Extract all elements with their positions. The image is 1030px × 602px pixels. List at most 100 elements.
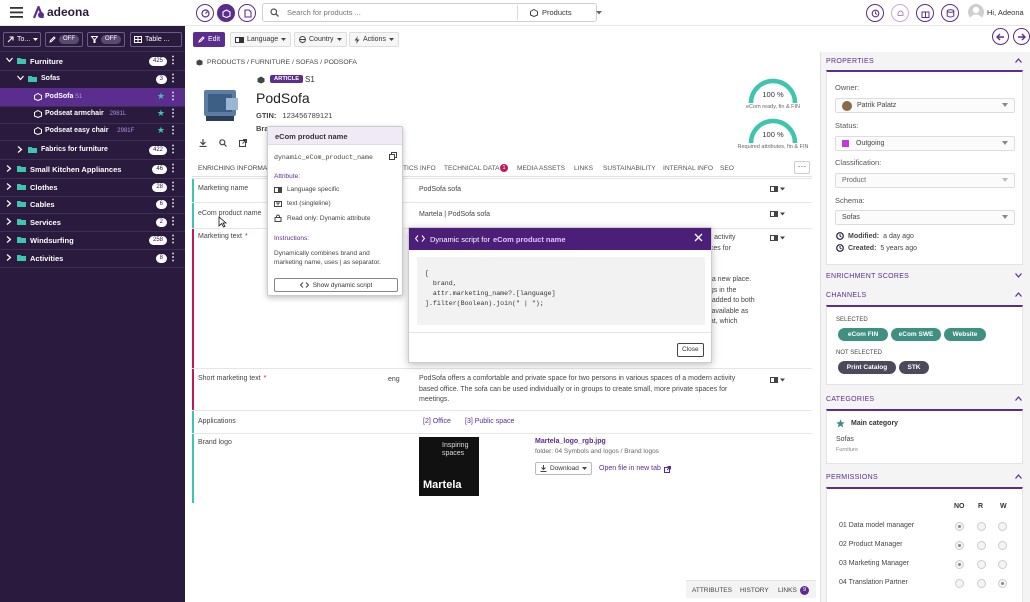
status-select[interactable]: Outgoing xyxy=(835,136,1015,151)
tree-category-item[interactable]: Windsurfing 258 ⋮ xyxy=(0,231,185,249)
application-tag[interactable]: [3] Public space xyxy=(465,417,514,428)
star-icon[interactable]: ★ xyxy=(157,108,165,119)
more-options-icon[interactable]: ⋮ xyxy=(168,109,178,119)
language-flag-icon[interactable] xyxy=(770,211,785,217)
tree-category-item[interactable]: Small Kitchen Appliances 46 ⋮ xyxy=(0,160,185,178)
country-button[interactable]: Country xyxy=(294,32,347,47)
permission-radio[interactable] xyxy=(955,560,964,569)
permission-radio[interactable] xyxy=(998,522,1007,531)
permission-radio[interactable] xyxy=(977,522,986,531)
permission-radio[interactable] xyxy=(955,579,964,588)
brand-logo-image[interactable]: Inspiring spaces Martela xyxy=(419,437,479,496)
more-options-icon[interactable]: ⋮ xyxy=(168,92,178,102)
channel-chip-selected[interactable]: eCom FIN xyxy=(838,328,888,341)
dashboard-icon[interactable] xyxy=(196,4,214,22)
chevron-right-icon[interactable] xyxy=(6,165,12,172)
download-dropdown-button[interactable]: Download xyxy=(535,462,592,475)
more-options-icon[interactable]: ⋮ xyxy=(168,199,178,209)
channel-chip-selected[interactable]: eCom SWE xyxy=(891,328,941,341)
tab-links-bottom[interactable]: LINKS xyxy=(778,587,797,594)
language-button[interactable]: Language xyxy=(230,32,292,47)
permission-radio[interactable] xyxy=(998,560,1007,569)
chevron-up-icon[interactable] xyxy=(1015,474,1022,479)
schema-select[interactable]: Sofas xyxy=(835,210,1015,225)
chevron-down-icon[interactable] xyxy=(17,75,24,81)
tree-category-item[interactable]: Services 2 ⋮ xyxy=(0,213,185,231)
user-greeting[interactable]: Hi, Adeona xyxy=(987,8,1024,17)
previous-arrow-icon[interactable] xyxy=(992,28,1009,45)
channels-section-header[interactable]: CHANNELS xyxy=(826,292,867,299)
enrichment-section-header[interactable]: ENRICHMENT SCORES xyxy=(826,273,909,280)
chevron-up-icon[interactable] xyxy=(1015,58,1022,63)
tree-category-item[interactable]: Sofas 3 ⋮ xyxy=(0,70,185,88)
hamburger-menu-icon[interactable] xyxy=(10,7,23,18)
tree-product-item[interactable]: Podseat easy chair 2981F ★ ⋮ xyxy=(0,122,185,140)
permission-radio[interactable] xyxy=(977,579,986,588)
star-icon[interactable]: ★ xyxy=(157,91,165,102)
documents-icon[interactable] xyxy=(238,4,256,22)
language-flag-icon[interactable] xyxy=(770,235,785,241)
permission-radio[interactable] xyxy=(955,541,964,550)
permission-radio[interactable] xyxy=(955,522,964,531)
chevron-right-icon[interactable] xyxy=(6,183,12,190)
notifications-bell-icon[interactable] xyxy=(891,4,909,22)
properties-section-header[interactable]: PROPERTIES xyxy=(826,58,874,65)
channel-chip-unselected[interactable]: STK xyxy=(899,361,929,374)
chevron-right-icon[interactable] xyxy=(6,200,12,207)
more-tabs-button[interactable]: ··· xyxy=(794,161,810,174)
chevron-right-icon[interactable] xyxy=(6,236,12,243)
short-text-value[interactable]: PodSofa offers a comfortable and private… xyxy=(419,374,754,406)
marketing-name-value[interactable]: PodSofa sofa xyxy=(419,185,461,196)
more-options-icon[interactable]: ⋮ xyxy=(168,56,178,66)
tree-category-item[interactable]: Activities 8 ⋮ xyxy=(0,249,185,267)
chevron-right-icon[interactable] xyxy=(6,218,12,225)
owner-select[interactable]: Patrik Palatz xyxy=(835,98,1015,113)
view-mode-button[interactable]: Table ... xyxy=(130,32,182,47)
tab-sustainability[interactable]: SUSTAINABILITY xyxy=(603,165,656,172)
next-arrow-icon[interactable] xyxy=(1013,28,1030,45)
tab-enriching-information[interactable]: ENRICHING INFORMATI xyxy=(198,165,273,172)
search-scope-select[interactable]: Products xyxy=(517,5,602,20)
categories-section-header[interactable]: CATEGORIES xyxy=(826,396,874,403)
chevron-up-icon[interactable] xyxy=(1015,292,1022,297)
attribute-label[interactable]: eCom product name xyxy=(198,210,261,217)
external-link-icon[interactable] xyxy=(239,139,247,147)
tab-media-assets[interactable]: MEDIA ASSETS xyxy=(517,165,565,172)
star-icon[interactable]: ★ xyxy=(157,125,165,136)
permission-radio[interactable] xyxy=(998,579,1007,588)
tree-product-item[interactable]: Podseat armchair 2981L ★ ⋮ xyxy=(0,105,185,123)
tree-category-item[interactable]: Fabrics for furniture 422 ⋮ xyxy=(0,141,185,159)
permission-radio[interactable] xyxy=(977,541,986,550)
tree-product-item[interactable]: PodSofa S1 ★ ⋮ xyxy=(0,88,185,106)
channel-chip-unselected[interactable]: Print Catalog xyxy=(838,361,896,374)
tab-links[interactable]: LINKS xyxy=(574,165,593,172)
gift-icon[interactable] xyxy=(916,4,934,22)
tab-seo[interactable]: SEO xyxy=(720,165,734,172)
permission-radio[interactable] xyxy=(998,541,1007,550)
search-input[interactable] xyxy=(287,6,517,19)
show-dynamic-script-button[interactable]: Show dynamic script xyxy=(274,278,398,292)
more-options-icon[interactable]: ⋮ xyxy=(168,217,178,227)
tab-history[interactable]: HISTORY xyxy=(740,587,769,594)
permission-radio[interactable] xyxy=(977,560,986,569)
database-icon[interactable] xyxy=(941,4,959,22)
more-options-icon[interactable]: ⋮ xyxy=(168,235,178,245)
tab-technical-data[interactable]: TECHNICAL DATA xyxy=(444,165,500,172)
breadcrumb-text[interactable]: PRODUCTS / FURNITURE / SOFAS / PODSOFA xyxy=(207,59,357,66)
application-tag[interactable]: [2] Office xyxy=(423,417,451,428)
close-button[interactable]: Close xyxy=(677,343,704,357)
more-options-icon[interactable]: ⋮ xyxy=(168,145,178,155)
language-flag-icon[interactable] xyxy=(770,186,785,192)
chevron-down-icon[interactable] xyxy=(1015,273,1022,278)
more-options-icon[interactable]: ⋮ xyxy=(168,182,178,192)
chevron-right-icon[interactable] xyxy=(17,146,23,153)
products-cube-icon[interactable] xyxy=(217,4,235,22)
more-options-icon[interactable]: ⋮ xyxy=(168,74,178,84)
zoom-icon[interactable] xyxy=(219,139,227,147)
more-options-icon[interactable]: ⋮ xyxy=(168,164,178,174)
tab-attributes[interactable]: ATTRIBUTES xyxy=(692,587,732,594)
channel-chip-selected[interactable]: Website xyxy=(944,328,986,341)
language-flag-icon[interactable] xyxy=(770,377,785,383)
logo-filename-link[interactable]: Martela_logo_rgb.jpg xyxy=(535,437,606,448)
tab-internal-info[interactable]: INTERNAL INFO xyxy=(663,165,713,172)
